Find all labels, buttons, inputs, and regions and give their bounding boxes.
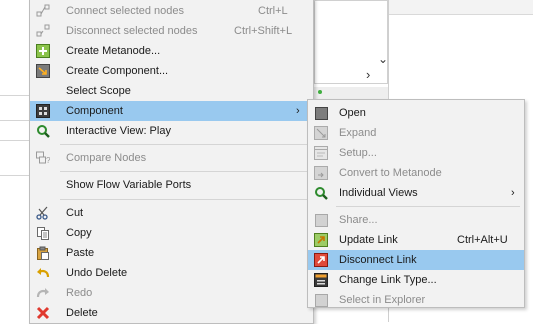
menu-item-shortcut: Ctrl+Shift+L (234, 25, 293, 37)
menu-item-label: Delete (66, 307, 98, 319)
redo-icon (36, 286, 50, 300)
submenu-item-individual-views[interactable]: Individual Views › (308, 183, 524, 203)
menu-item-label: Disconnect Link (339, 254, 417, 266)
update-link-icon (314, 233, 328, 247)
left-panel-row (0, 175, 29, 176)
change-link-type-icon (314, 273, 328, 287)
submenu-item-change-link-type[interactable]: Change Link Type... (308, 270, 524, 290)
menu-item-label: Share... (339, 214, 378, 226)
copy-icon (36, 226, 50, 240)
menu-item-interactive-view-play[interactable]: Interactive View: Play (30, 121, 313, 141)
component-submenu: Open Expand Setup... Convert to Metanode… (307, 99, 525, 308)
metanode-icon (36, 44, 50, 58)
menu-item-shortcut: Ctrl+L (258, 5, 288, 17)
menu-item-label: Copy (66, 227, 92, 239)
menu-item-label: Disconnect selected nodes (66, 25, 198, 37)
setup-icon (314, 146, 328, 160)
magnifier-icon (36, 124, 50, 138)
left-panel-row (0, 140, 29, 141)
chevron-down-icon[interactable]: ⌄ (378, 52, 388, 66)
compare-nodes-icon: ? (36, 151, 50, 165)
menu-item-label: Show Flow Variable Ports (66, 179, 192, 191)
menu-item-compare-nodes[interactable]: ? Compare Nodes (30, 148, 313, 168)
menu-item-label: Cut (66, 207, 84, 219)
menu-item-label: Compare Nodes (66, 152, 147, 164)
menu-item-connect-selected-nodes[interactable]: Connect selected nodes Ctrl+L (30, 1, 313, 21)
submenu-item-open[interactable]: Open (308, 103, 524, 123)
submenu-item-setup[interactable]: Setup... (308, 143, 524, 163)
open-icon (314, 106, 328, 120)
menu-item-label: Redo (66, 287, 93, 299)
svg-text:?: ? (46, 156, 50, 165)
disconnect-link-icon (314, 253, 328, 267)
menu-item-label: Update Link (339, 234, 398, 246)
left-panel-row (0, 120, 29, 121)
paste-icon (36, 246, 50, 260)
submenu-item-disconnect-link[interactable]: Disconnect Link (308, 250, 524, 270)
menu-item-cut[interactable]: Cut (30, 203, 313, 223)
disconnect-nodes-icon (36, 24, 50, 38)
submenu-item-share[interactable]: Share... (308, 210, 524, 230)
menu-item-label: Select in Explorer (339, 294, 426, 306)
menu-item-label: Component (66, 105, 123, 117)
component-icon (36, 104, 50, 118)
share-icon (314, 213, 328, 227)
convert-icon (314, 166, 328, 180)
menu-item-label: Convert to Metanode (339, 167, 442, 179)
magnifier-icon (314, 186, 328, 200)
menu-item-component[interactable]: Component › (30, 101, 313, 121)
toolbar-green-icon[interactable] (318, 90, 322, 94)
menu-item-disconnect-selected-nodes[interactable]: Disconnect selected nodes Ctrl+Shift+L (30, 21, 313, 41)
menu-item-label: Select Scope (66, 85, 131, 97)
context-menu: Connect selected nodes Ctrl+L Disconnect… (29, 0, 314, 324)
menu-item-create-metanode[interactable]: Create Metanode... (30, 41, 313, 61)
left-panel-row (0, 95, 29, 96)
submenu-arrow-icon: › (511, 187, 515, 199)
menu-item-label: Create Component... (66, 65, 169, 77)
menu-item-undo-delete[interactable]: Undo Delete (30, 263, 313, 283)
menu-item-select-scope[interactable]: Select Scope (30, 81, 313, 101)
menu-item-delete[interactable]: Delete (30, 303, 313, 323)
chevron-right-icon[interactable]: › (366, 67, 370, 82)
scroll-area[interactable] (314, 0, 388, 84)
menu-item-label: Paste (66, 247, 95, 259)
submenu-item-convert-to-metanode[interactable]: Convert to Metanode (308, 163, 524, 183)
scissors-icon (36, 206, 50, 220)
menu-item-label: Open (339, 107, 366, 119)
menu-item-label: Create Metanode... (66, 45, 161, 57)
submenu-item-select-in-explorer[interactable]: Select in Explorer (308, 290, 524, 310)
menu-separator (60, 144, 309, 145)
menu-item-copy[interactable]: Copy (30, 223, 313, 243)
connect-nodes-icon (36, 4, 50, 18)
submenu-item-expand[interactable]: Expand (308, 123, 524, 143)
menu-item-create-component[interactable]: Create Component... (30, 61, 313, 81)
menu-item-label: Individual Views (339, 187, 418, 199)
component-create-icon (36, 64, 50, 78)
menu-item-label: Interactive View: Play (66, 125, 171, 137)
expand-icon (314, 126, 328, 140)
menu-item-shortcut: Ctrl+Alt+U (457, 234, 508, 246)
menu-separator (60, 199, 309, 200)
submenu-arrow-icon: › (296, 105, 300, 117)
menu-item-label: Undo Delete (66, 267, 128, 279)
menu-item-label: Setup... (339, 147, 377, 159)
delete-icon (36, 306, 50, 320)
undo-icon (36, 266, 50, 280)
explorer-icon (314, 293, 328, 307)
panel-header-strip (389, 0, 533, 15)
menu-item-paste[interactable]: Paste (30, 243, 313, 263)
menu-item-show-flow-variable-ports[interactable]: Show Flow Variable Ports (30, 175, 313, 195)
menu-item-redo[interactable]: Redo (30, 283, 313, 303)
menu-separator (336, 206, 520, 207)
submenu-item-update-link[interactable]: Update Link Ctrl+Alt+U (308, 230, 524, 250)
menu-item-label: Change Link Type... (339, 274, 437, 286)
menu-separator (60, 171, 309, 172)
menu-item-label: Expand (339, 127, 377, 139)
menu-item-label: Connect selected nodes (66, 5, 185, 17)
